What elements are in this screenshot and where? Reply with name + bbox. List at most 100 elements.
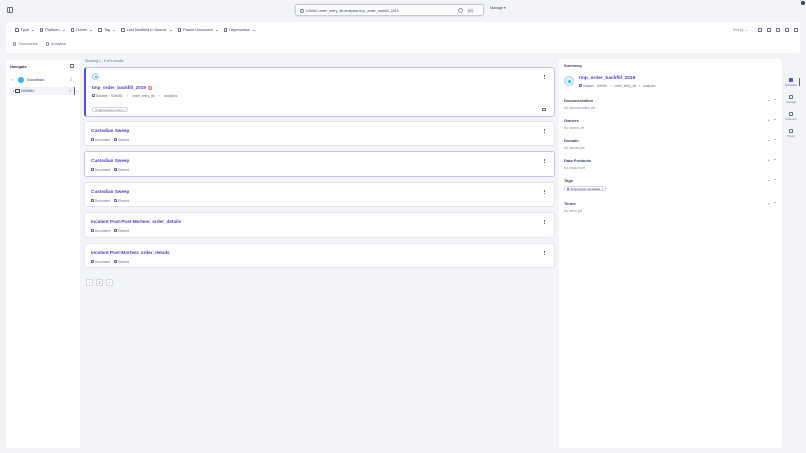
folder-icon bbox=[15, 89, 20, 93]
result-title[interactable]: Incident Post-Mortem: order_details bbox=[91, 250, 170, 255]
collapse-panel-icon[interactable] bbox=[70, 64, 74, 68]
tree-item-count: 2 bbox=[70, 78, 72, 82]
entity-title[interactable]: tmp_order_backfill_2019 bbox=[579, 76, 635, 81]
shared-icon bbox=[114, 168, 118, 171]
list-view-icon[interactable] bbox=[785, 28, 789, 32]
next-page-button[interactable]: › bbox=[106, 279, 113, 286]
lineage-icon bbox=[789, 95, 793, 99]
prev-icon[interactable] bbox=[758, 28, 762, 32]
result-card[interactable]: tmp_order_backfill_2019 Dataset b2b961 › … bbox=[84, 67, 555, 117]
tab-analytics[interactable]: Analytics bbox=[45, 42, 66, 46]
chevron-down-icon[interactable] bbox=[774, 99, 776, 100]
add-icon[interactable]: + bbox=[768, 118, 770, 123]
dataset-type-icon bbox=[92, 94, 95, 97]
filter-platform[interactable]: Platform bbox=[39, 27, 65, 33]
result-title[interactable]: Custodian Sweep bbox=[91, 128, 129, 133]
filter-parent-document[interactable]: Parent Document bbox=[177, 27, 218, 33]
section-domain: Domain + No domain yet bbox=[564, 138, 776, 150]
result-title[interactable]: tmp_order_backfill_2019 bbox=[92, 85, 152, 90]
grid-view-icon[interactable] bbox=[794, 28, 798, 32]
dataset-icon bbox=[564, 76, 574, 86]
tag-pill[interactable]: deprecation-candidate × bbox=[564, 186, 607, 191]
shared-icon bbox=[114, 229, 118, 232]
platform-icon bbox=[39, 28, 44, 32]
more-options-icon[interactable] bbox=[544, 75, 545, 79]
section-documentation: Documentation + No documentation yet bbox=[564, 98, 776, 110]
chevron-down-icon[interactable] bbox=[774, 139, 776, 140]
top-bar: ⌘K Manage ▾ bbox=[0, 0, 806, 21]
rail-lineage[interactable]: Lineage bbox=[782, 95, 800, 104]
filter-last-modified[interactable]: Last Modified In Source bbox=[121, 27, 172, 33]
tree-item-b2b961[interactable]: b2b961 1 bbox=[11, 87, 75, 95]
add-icon[interactable]: + bbox=[768, 138, 770, 143]
result-card[interactable]: Custodian Sweep Document Shared bbox=[84, 151, 555, 177]
snowflake-icon bbox=[18, 77, 24, 83]
search-input[interactable] bbox=[306, 7, 451, 14]
prev-page-button[interactable]: ‹ bbox=[86, 279, 93, 286]
chevron-right-icon[interactable] bbox=[12, 79, 13, 81]
type-icon bbox=[15, 28, 19, 32]
chevron-down-icon[interactable] bbox=[774, 179, 776, 180]
more-options-icon[interactable] bbox=[544, 129, 545, 133]
more-options-icon[interactable] bbox=[544, 220, 545, 224]
rail-columns[interactable]: Columns bbox=[782, 112, 800, 121]
calendar-icon bbox=[121, 28, 125, 32]
filter-bar: Type Platform Owner Tag Last Modified In… bbox=[6, 22, 800, 53]
add-icon[interactable]: + bbox=[768, 178, 770, 183]
share-icon[interactable] bbox=[776, 28, 780, 32]
shared-icon bbox=[114, 138, 118, 141]
more-options-icon[interactable] bbox=[544, 251, 545, 255]
result-title[interactable]: Incident Post-Post-Mortem: order_details bbox=[91, 219, 181, 224]
manage-menu[interactable]: Manage ▾ bbox=[490, 6, 506, 10]
download-icon[interactable] bbox=[767, 28, 771, 32]
owner-icon bbox=[70, 28, 75, 32]
filter-list: Type Platform Owner Tag Last Modified In… bbox=[15, 27, 255, 33]
tag-color-dot bbox=[567, 187, 569, 190]
result-card[interactable]: Custodian Sweep Document Shared bbox=[84, 182, 555, 207]
document-icon bbox=[91, 229, 94, 232]
clear-search-icon[interactable] bbox=[458, 8, 463, 13]
tree-item-snowflake[interactable]: Snowflake 2 bbox=[11, 76, 75, 84]
tab-summaries[interactable]: Summaries bbox=[13, 42, 38, 46]
deprecation-pill[interactable]: ⚲ deprecation notice × bbox=[92, 107, 129, 112]
add-icon[interactable]: + bbox=[768, 158, 770, 163]
view-controls bbox=[758, 28, 798, 32]
rail-props[interactable]: Props bbox=[782, 129, 800, 138]
pagination: ‹ 1 › bbox=[86, 279, 113, 286]
caret-down-icon bbox=[169, 29, 172, 31]
search-bar[interactable]: ⌘K bbox=[295, 4, 484, 16]
result-title[interactable]: Custodian Sweep bbox=[91, 189, 129, 194]
sort-by-dropdown[interactable]: Sort by ⌄ bbox=[733, 28, 748, 32]
result-title[interactable]: Custodian Sweep bbox=[91, 158, 129, 163]
caret-down-icon bbox=[252, 29, 255, 31]
deprecation-warning-icon bbox=[147, 85, 152, 90]
navigate-panel: Navigate Snowflake 2 b2b961 1 bbox=[6, 60, 80, 448]
right-rail: Summary Lineage Columns Props bbox=[782, 59, 800, 448]
result-card[interactable]: Incident Post-Mortem: order_details Docu… bbox=[84, 243, 555, 268]
add-icon[interactable]: + bbox=[768, 98, 770, 103]
document-icon bbox=[91, 168, 94, 171]
result-card[interactable]: Custodian Sweep Document Shared bbox=[84, 121, 555, 146]
document-icon bbox=[91, 260, 94, 263]
tag-icon bbox=[98, 28, 102, 32]
chevron-down-icon[interactable] bbox=[774, 202, 776, 203]
section-owners: Owners + No owners yet bbox=[564, 118, 776, 130]
add-icon[interactable]: + bbox=[768, 201, 770, 206]
chevron-right-icon[interactable] bbox=[13, 90, 14, 92]
filter-type[interactable]: Type bbox=[15, 27, 34, 33]
expand-icon[interactable] bbox=[542, 108, 546, 111]
result-card[interactable]: Incident Post-Post-Mortem: order_details… bbox=[84, 212, 555, 238]
document-icon bbox=[91, 199, 94, 202]
rail-summary[interactable]: Summary bbox=[782, 78, 800, 87]
more-options-icon[interactable] bbox=[544, 159, 545, 163]
filter-owner[interactable]: Owner bbox=[70, 27, 93, 33]
more-options-icon[interactable] bbox=[544, 190, 545, 194]
page-1-button[interactable]: 1 bbox=[96, 279, 103, 286]
filter-deprecation[interactable]: Deprecation bbox=[223, 27, 255, 33]
filter-tag[interactable]: Tag bbox=[98, 27, 116, 33]
sidebar-toggle-icon[interactable] bbox=[7, 7, 13, 13]
caret-down-icon bbox=[90, 29, 93, 31]
chevron-down-icon[interactable] bbox=[774, 119, 776, 120]
result-meta: Document Shared bbox=[91, 229, 129, 233]
chevron-down-icon[interactable] bbox=[774, 159, 776, 160]
